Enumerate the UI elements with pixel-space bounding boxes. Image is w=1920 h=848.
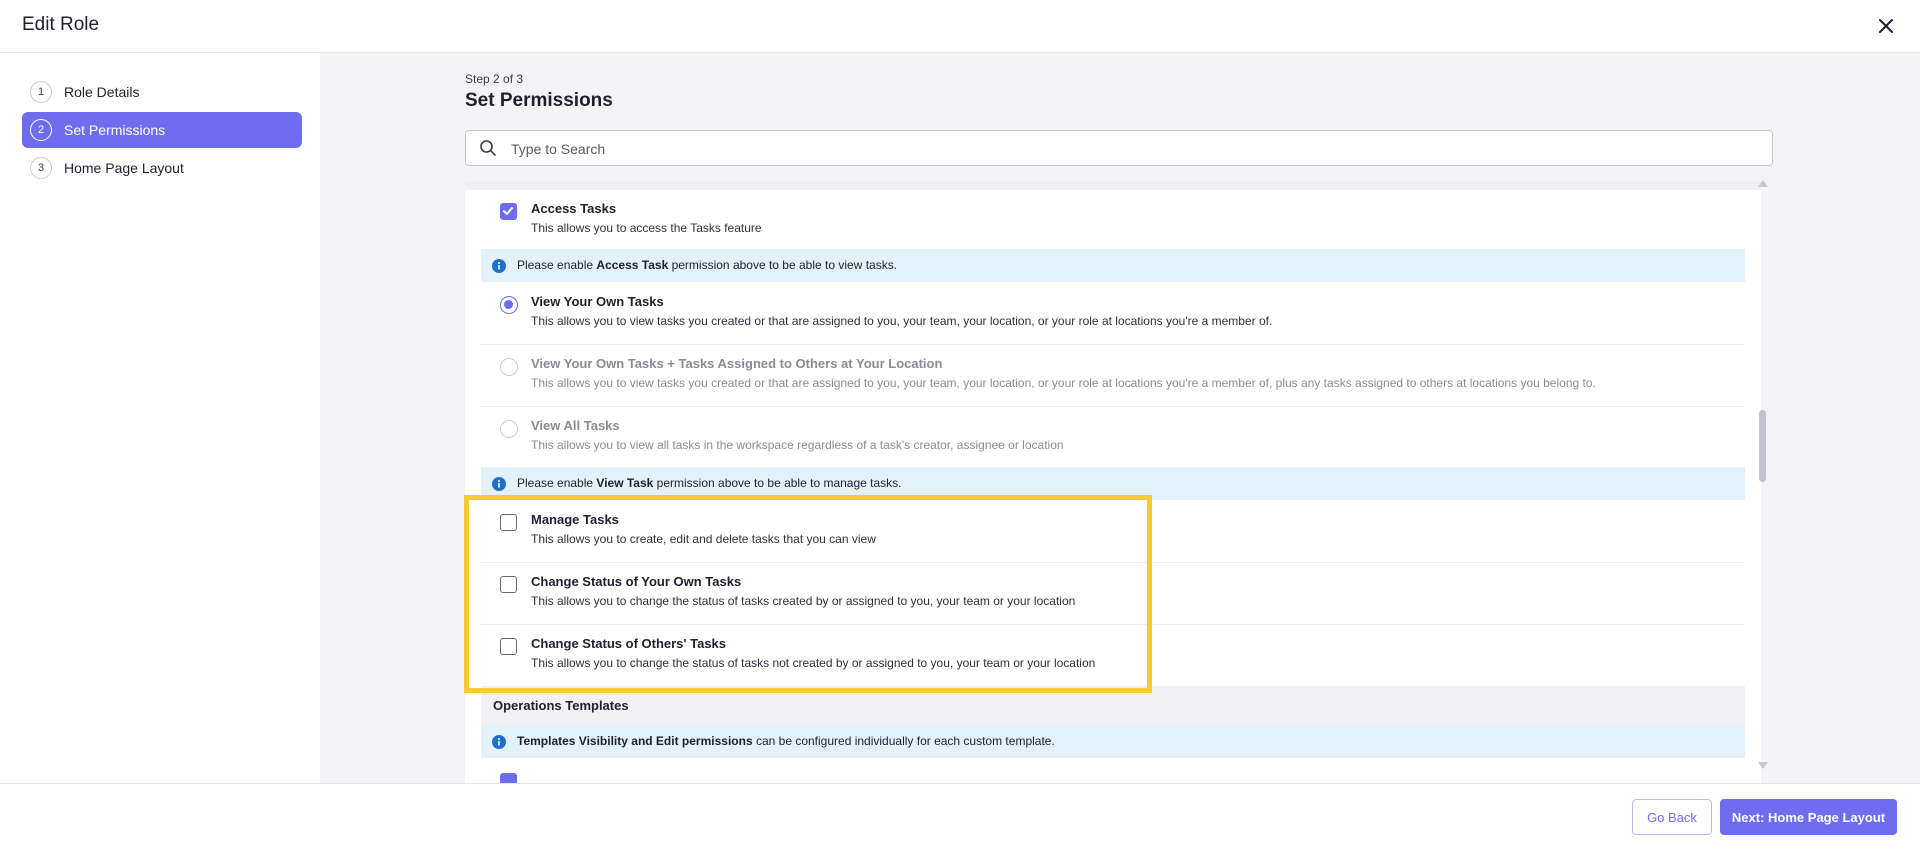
permission-description: This allows you to view tasks you create… xyxy=(531,314,1273,328)
search-icon xyxy=(479,139,497,157)
scroll-up-icon[interactable] xyxy=(1758,180,1768,187)
permission-title: Change Status of Others' Tasks xyxy=(531,636,727,651)
search-box xyxy=(465,130,1773,166)
permission-title: View Your Own Tasks + Tasks Assigned to … xyxy=(531,356,943,371)
permission-title: View Your Own Tasks xyxy=(531,294,664,309)
scroll-down-icon[interactable] xyxy=(1758,762,1768,769)
go-back-button[interactable]: Go Back xyxy=(1632,799,1712,835)
permission-view-own-location-tasks: View Your Own Tasks + Tasks Assigned to … xyxy=(481,345,1745,407)
step-set-permissions[interactable]: 2 Set Permissions xyxy=(22,112,302,148)
modal-title: Edit Role xyxy=(22,14,100,35)
panel-top-strip xyxy=(465,181,1761,190)
access-operations-templates-checkbox[interactable] xyxy=(500,773,517,783)
step-caption: Step 2 of 3 xyxy=(465,72,524,86)
view-own-tasks-radio[interactable] xyxy=(500,296,518,314)
search-input[interactable] xyxy=(511,138,1751,160)
info-text: Please enable View Task permission above… xyxy=(517,476,902,490)
change-status-others-checkbox[interactable] xyxy=(500,638,517,655)
permission-description: This allows you to change the status of … xyxy=(531,594,1076,608)
permission-description: This allows you to change the status of … xyxy=(531,656,1096,670)
permissions-main: Step 2 of 3 Set Permissions Access Tasks… xyxy=(320,53,1920,783)
permission-description: This allows you to view all tasks in the… xyxy=(531,438,1064,452)
access-tasks-checkbox[interactable] xyxy=(500,203,517,220)
step-role-details[interactable]: 1 Role Details xyxy=(22,74,302,110)
manage-tasks-checkbox[interactable] xyxy=(500,514,517,531)
permissions-list[interactable]: Access Tasks This allows you to access t… xyxy=(465,181,1761,783)
step-label: Role Details xyxy=(64,84,140,100)
scroll-thumb[interactable] xyxy=(1759,410,1766,482)
info-icon xyxy=(492,259,506,273)
change-status-own-checkbox[interactable] xyxy=(500,576,517,593)
modal-header: Edit Role xyxy=(0,0,1920,53)
permission-view-all-tasks: View All Tasks This allows you to view a… xyxy=(481,407,1745,467)
step-number: 1 xyxy=(30,81,52,103)
steps-sidebar: 1 Role Details 2 Set Permissions 3 Home … xyxy=(0,53,320,783)
permission-description: This allows you to access the Tasks feat… xyxy=(531,221,762,235)
permission-title: Manage Tasks xyxy=(531,512,619,527)
step-label: Set Permissions xyxy=(64,122,166,138)
permission-title: View All Tasks xyxy=(531,418,620,433)
next-button[interactable]: Next: Home Page Layout xyxy=(1720,799,1897,835)
permission-view-own-tasks: View Your Own Tasks This allows you to v… xyxy=(481,283,1745,345)
page-title: Set Permissions xyxy=(465,90,613,111)
permission-title: Change Status of Your Own Tasks xyxy=(531,574,742,589)
info-text: Please enable Access Task permission abo… xyxy=(517,258,898,272)
permission-access-operations-templates xyxy=(481,761,1745,783)
section-title: Operations Templates xyxy=(493,698,629,713)
info-icon xyxy=(492,735,506,749)
permission-title: Access Tasks xyxy=(531,201,617,216)
section-operations-templates: Operations Templates xyxy=(481,687,1745,725)
close-icon[interactable] xyxy=(1874,14,1898,38)
permission-description: This allows you to create, edit and dele… xyxy=(531,532,876,546)
info-icon xyxy=(492,477,506,491)
step-number: 3 xyxy=(30,157,52,179)
info-text: Templates Visibility and Edit permission… xyxy=(517,734,1055,748)
info-banner-view: Please enable View Task permission above… xyxy=(481,467,1745,500)
permission-change-status-own: Change Status of Your Own Tasks This all… xyxy=(481,563,1745,625)
modal-footer: Go Back Next: Home Page Layout xyxy=(0,783,1920,848)
permission-description: This allows you to view tasks you create… xyxy=(531,376,1596,390)
view-own-location-tasks-radio[interactable] xyxy=(500,358,518,376)
permission-manage-tasks: Manage Tasks This allows you to create, … xyxy=(481,501,1745,563)
permission-access-tasks: Access Tasks This allows you to access t… xyxy=(481,190,1745,247)
scrollbar[interactable] xyxy=(1756,180,1770,770)
view-all-tasks-radio[interactable] xyxy=(500,420,518,438)
permission-change-status-others: Change Status of Others' Tasks This allo… xyxy=(481,625,1745,687)
step-home-page-layout[interactable]: 3 Home Page Layout xyxy=(22,150,302,186)
info-banner-templates: Templates Visibility and Edit permission… xyxy=(481,725,1745,758)
info-banner-access: Please enable Access Task permission abo… xyxy=(481,249,1745,282)
step-label: Home Page Layout xyxy=(64,160,184,176)
step-number: 2 xyxy=(30,119,52,141)
